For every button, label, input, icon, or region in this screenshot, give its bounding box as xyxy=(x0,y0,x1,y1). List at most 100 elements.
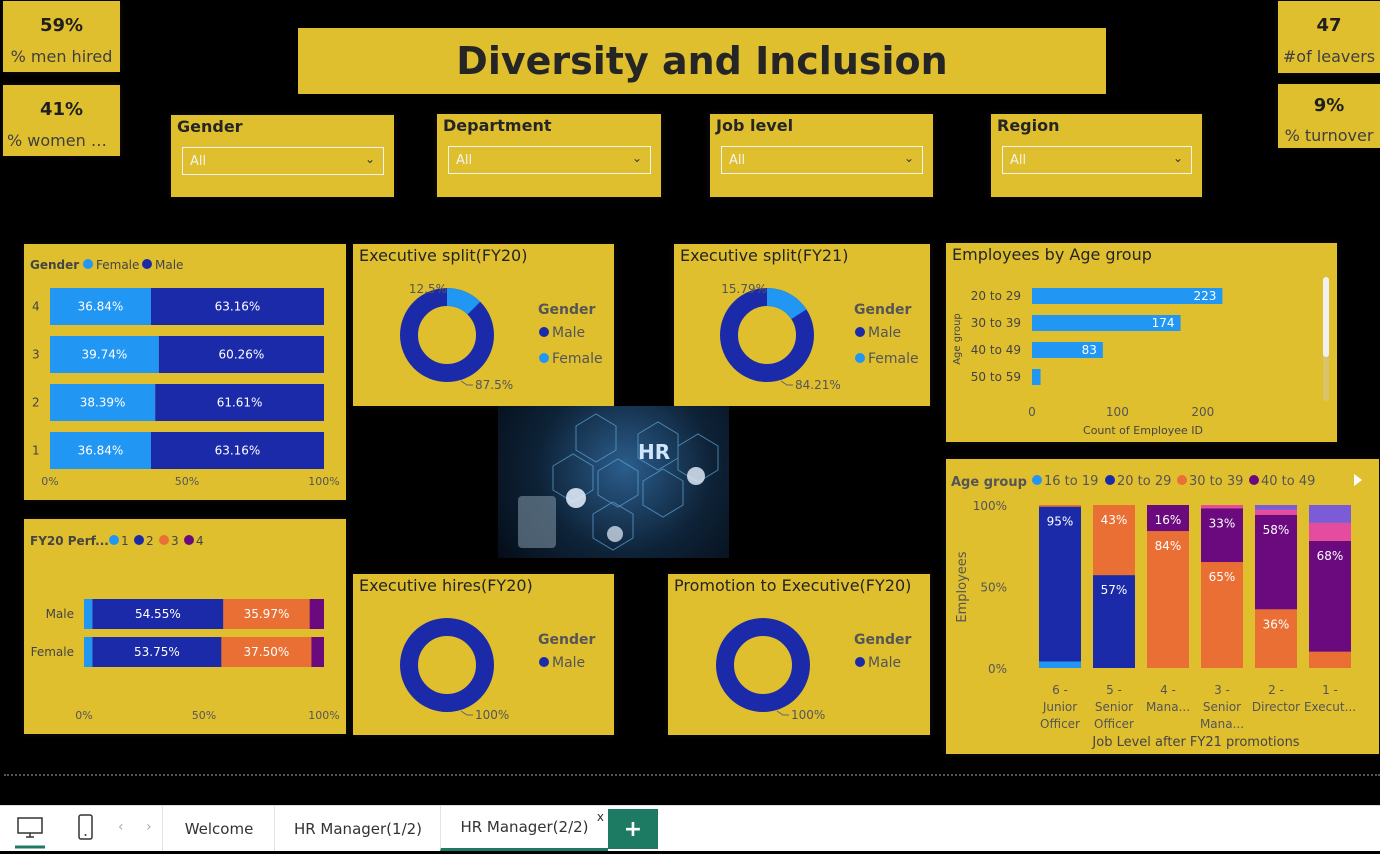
x-tick-label: 0% xyxy=(41,475,58,488)
leader-line xyxy=(460,710,473,716)
department-dropdown[interactable]: All ⌄ xyxy=(448,146,651,174)
x-tick-label: 0% xyxy=(75,709,92,722)
executive-split-fy20-chart[interactable]: Executive split(FY20) 12.5% 87.5% Gender Ma… xyxy=(353,244,614,406)
close-icon[interactable]: x xyxy=(597,810,604,824)
scroll-left-icon[interactable]: ‹ xyxy=(118,819,124,835)
x-tick-label: 2 - xyxy=(1268,683,1284,697)
slicer-department[interactable]: Department All ⌄ xyxy=(437,114,661,197)
donut-svg: 100% Gender Male xyxy=(716,618,911,722)
kpi-value: 9% xyxy=(1313,95,1345,116)
x-tick-label: 50% xyxy=(192,709,216,722)
y-axis-title: Age group xyxy=(952,313,963,365)
segment-label: 84% xyxy=(1155,539,1182,553)
legend-dot xyxy=(1032,475,1042,485)
x-tick-label: 50% xyxy=(175,475,199,488)
x-tick-label: 100% xyxy=(308,709,339,722)
donut-svg: 15.79% 84.21% Gender Male Female xyxy=(720,282,919,392)
region-dropdown[interactable]: All ⌄ xyxy=(1002,146,1192,174)
kpi-value: 59% xyxy=(39,15,84,36)
age-bar-svg: 20 to 29 223 30 to 39 174 40 to 49 83 50 to 59… xyxy=(952,277,1329,437)
perf-segment xyxy=(311,637,324,667)
legend-title: Gender xyxy=(30,258,79,272)
kpi-women-hired[interactable]: 41% % women hi... xyxy=(3,85,120,156)
tab-hr-manager-1[interactable]: HR Manager(1/2) xyxy=(274,806,441,851)
category-label: 30 to 39 xyxy=(971,316,1021,330)
job-level-dropdown[interactable]: All ⌄ xyxy=(721,146,923,174)
kpi-men-hired[interactable]: 59% % men hired xyxy=(3,1,120,72)
kpi-label: % turnover xyxy=(1284,126,1374,145)
add-page-button[interactable]: + xyxy=(608,809,658,849)
chevron-down-icon: ⌄ xyxy=(903,151,914,165)
x-tick-label: Execut... xyxy=(1304,700,1356,714)
donut-svg: 100% Gender Male xyxy=(400,618,595,722)
column-segment xyxy=(1255,509,1297,515)
legend-label: 4 xyxy=(196,534,204,548)
perf-segment xyxy=(84,599,93,629)
legend-label: 2 xyxy=(146,534,154,548)
segment-label: 33% xyxy=(1209,516,1236,530)
female-pct-label: 12.5% xyxy=(409,282,447,296)
hr-text: HR xyxy=(638,440,671,464)
category-label: Female xyxy=(31,645,74,659)
slicer-gender[interactable]: Gender All ⌄ xyxy=(171,115,394,197)
perf-segment xyxy=(84,637,93,667)
gender-dropdown[interactable]: All ⌄ xyxy=(182,147,384,175)
age-by-job-level-chart[interactable]: Age group 16 to 19 20 to 29 30 to 39 40 to 4… xyxy=(946,459,1379,754)
segment-label: 53.75% xyxy=(134,645,180,659)
desktop-view-icon[interactable] xyxy=(15,814,45,850)
segment-label: 58% xyxy=(1263,523,1290,537)
legend-title: Gender xyxy=(538,302,595,318)
legend-female: Female xyxy=(552,351,603,367)
kpi-turnover[interactable]: 9% % turnover xyxy=(1278,84,1380,148)
kpi-value: 41% xyxy=(39,99,84,120)
slicer-label: Department xyxy=(443,116,552,135)
slicer-job-level[interactable]: Job level All ⌄ xyxy=(710,114,933,197)
female-data-label: 38.39% xyxy=(80,396,126,410)
legend-label: 40 to 49 xyxy=(1261,474,1315,489)
male-pct-label: 87.5% xyxy=(475,378,513,392)
male-pct-label: 100% xyxy=(475,708,509,722)
chevron-down-icon: ⌄ xyxy=(1172,151,1183,165)
dropdown-value: All xyxy=(729,153,746,168)
legend-male-dot xyxy=(855,327,865,337)
category-label: 3 xyxy=(32,348,40,362)
page-title: Diversity and Inclusion xyxy=(298,28,1106,94)
plus-icon: + xyxy=(623,816,643,842)
column-segment xyxy=(1039,661,1081,668)
male-pct-label: 100% xyxy=(791,708,825,722)
column-segment xyxy=(1309,522,1351,541)
x-tick-label: Senior xyxy=(1203,700,1241,714)
male-data-label: 63.16% xyxy=(215,300,261,314)
segment-label: 68% xyxy=(1317,549,1344,563)
legend-title: FY20 Perf... xyxy=(30,534,109,548)
slicer-region[interactable]: Region All ⌄ xyxy=(991,114,1202,197)
donut-male-arc xyxy=(716,618,810,712)
male-data-label: 63.16% xyxy=(215,444,261,458)
hr-illustration xyxy=(518,413,719,551)
tab-welcome[interactable]: Welcome xyxy=(162,806,275,851)
promotion-to-executive-chart[interactable]: Promotion to Executive(FY20) 100% Gender M… xyxy=(668,574,930,735)
column-segment xyxy=(1039,505,1081,507)
legend-male-dot xyxy=(539,657,549,667)
x-tick-label: Officer xyxy=(1040,717,1080,731)
legend-male-dot xyxy=(855,657,865,667)
legend-male: Male xyxy=(155,258,183,272)
kpi-label: #of leavers xyxy=(1282,47,1376,66)
scroll-right-icon[interactable]: › xyxy=(146,819,152,835)
gender-split-chart[interactable]: Gender Female Male 4 36.84% 63.16% 3 39.74% 60.2… xyxy=(24,244,346,500)
mobile-view-icon[interactable] xyxy=(76,814,96,844)
executive-split-fy21-chart[interactable]: Executive split(FY21) 15.79% 84.21% Gender… xyxy=(674,244,930,406)
report-canvas: 59% % men hired 41% % women hi... 47 #of… xyxy=(0,0,1380,805)
segment-label: 57% xyxy=(1101,583,1128,597)
kpi-leavers[interactable]: 47 #of leavers xyxy=(1278,1,1380,73)
slicer-label: Gender xyxy=(177,117,243,136)
executive-hires-fy20-chart[interactable]: Executive hires(FY20) 100% Gender Male xyxy=(353,574,614,735)
employees-by-age-chart[interactable]: Employees by Age group 20 to 29 223 30 to … xyxy=(946,243,1337,442)
legend-dot xyxy=(109,535,119,545)
category-label: 1 xyxy=(32,444,40,458)
segment-label: 95% xyxy=(1047,515,1074,529)
segment-label: 54.55% xyxy=(135,607,181,621)
fy20-performance-chart[interactable]: FY20 Perf... 1 2 3 4 Male 54.55% 35.97% Female 53… xyxy=(24,519,346,734)
tab-hr-manager-2[interactable]: HR Manager(2/2) x xyxy=(440,806,608,851)
bar-data-label: 83 xyxy=(1082,343,1097,357)
